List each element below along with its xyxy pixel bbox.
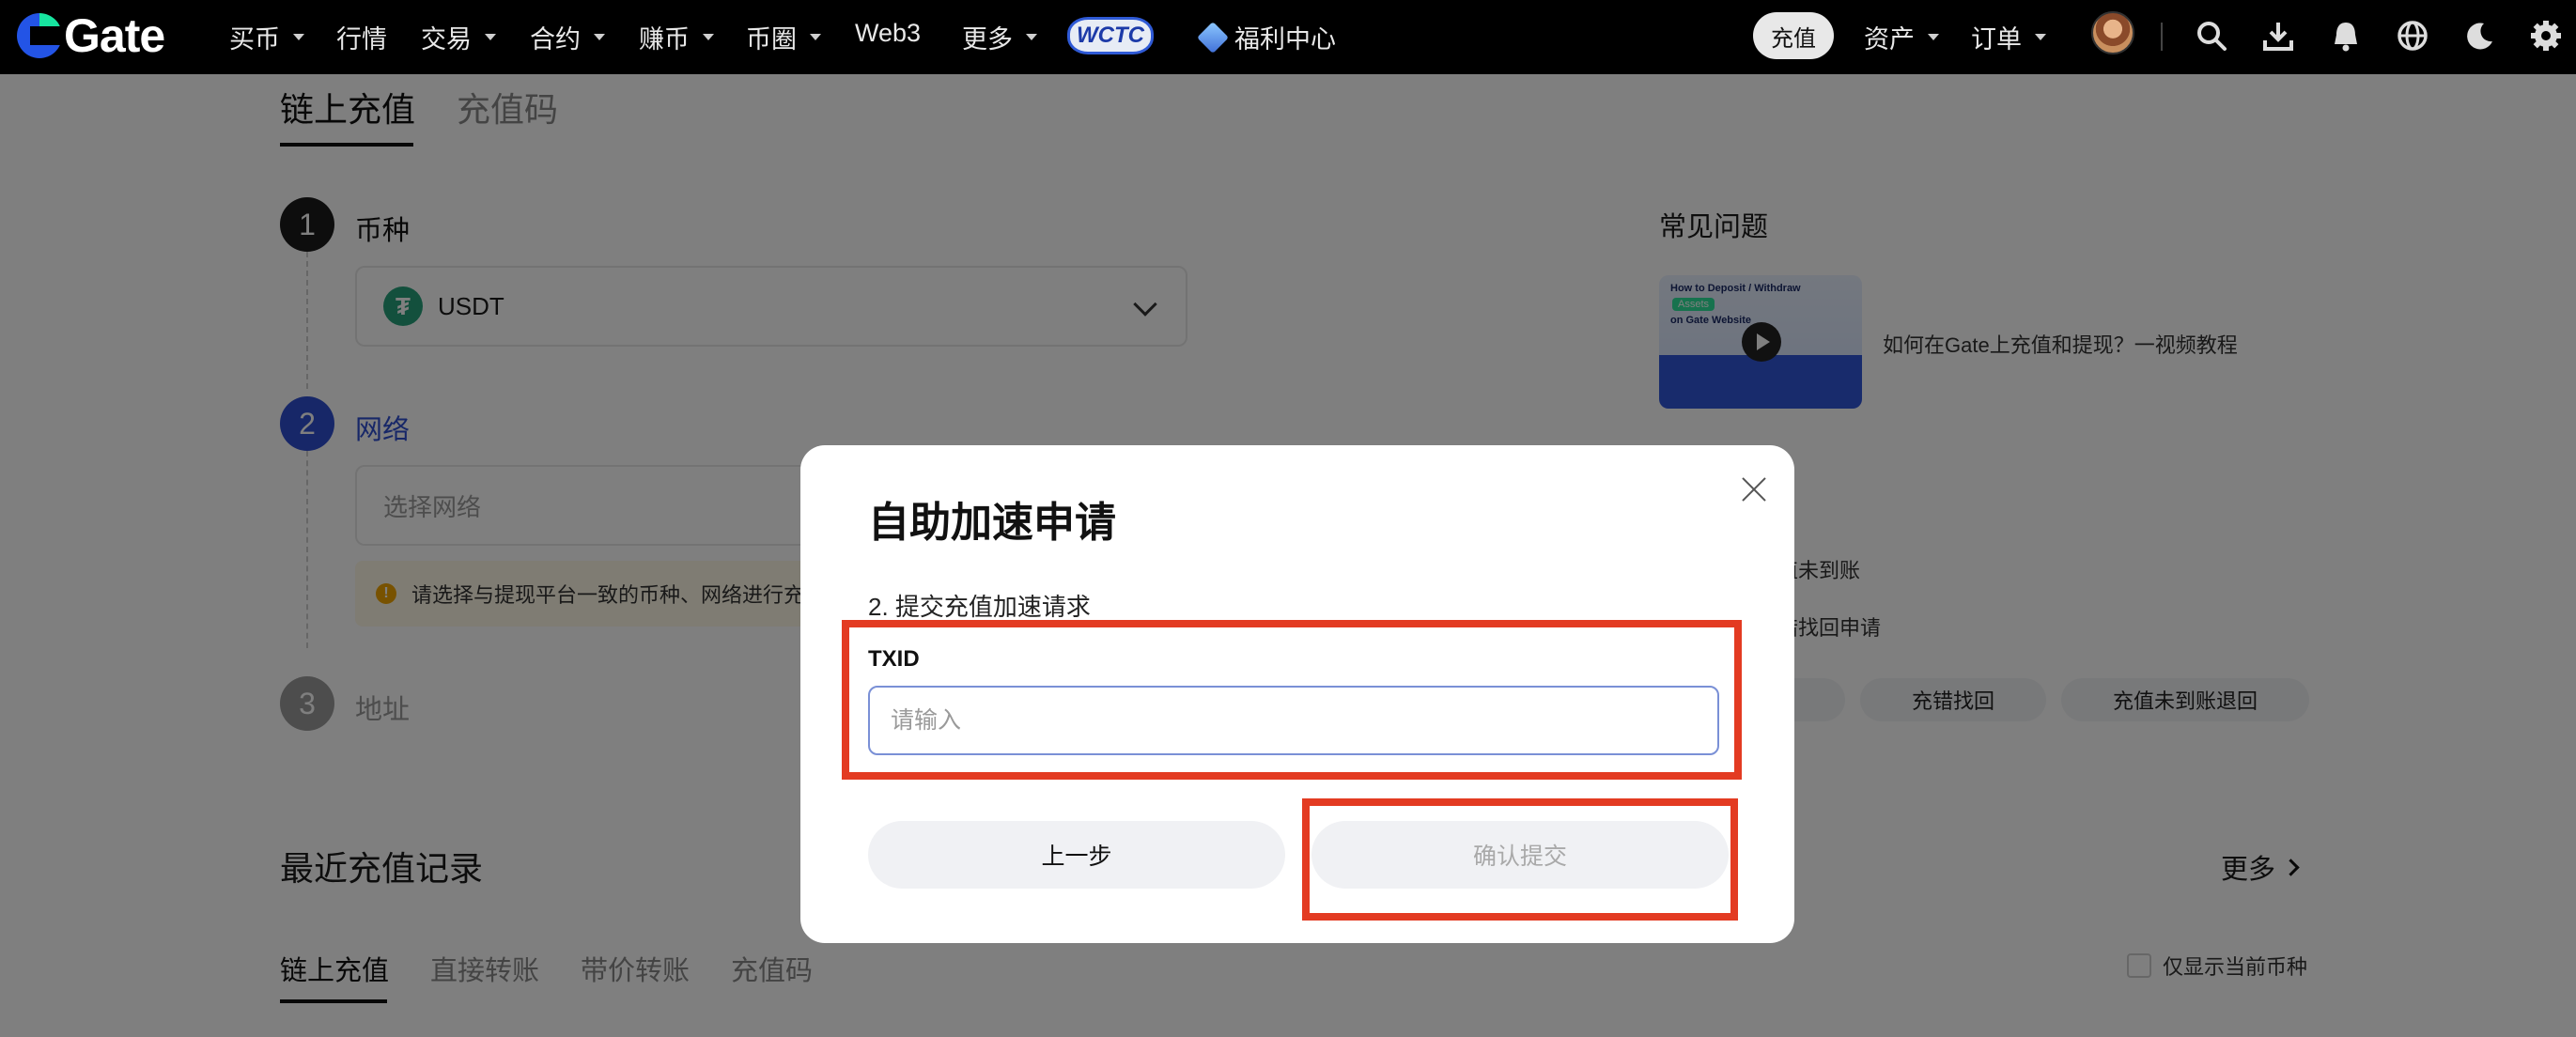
nav-label: 福利中心 xyxy=(1234,25,1336,54)
brand-name: Gate xyxy=(64,9,165,62)
download-icon[interactable] xyxy=(2259,17,2297,54)
nav-label: 赚币 xyxy=(639,25,690,54)
search-icon[interactable] xyxy=(2193,17,2230,54)
nav-label: 交易 xyxy=(421,25,472,54)
nav-label: 订单 xyxy=(1971,25,2022,54)
nav-item-orders[interactable]: 订单 xyxy=(1971,19,2046,55)
txid-input[interactable] xyxy=(868,686,1719,755)
nav-item-square[interactable]: 币圈 xyxy=(746,19,821,55)
user-avatar[interactable] xyxy=(2091,11,2134,54)
nav-item-futures[interactable]: 合约 xyxy=(530,19,605,55)
gate-logo[interactable]: Gate xyxy=(17,9,165,62)
caret-down-icon xyxy=(594,34,605,40)
deposit-button[interactable]: 充值 xyxy=(1753,12,1834,59)
cube-icon xyxy=(1197,21,1229,54)
nav-label: 合约 xyxy=(530,25,581,54)
txid-label: TXID xyxy=(868,646,920,672)
nav-label: 更多 xyxy=(962,25,1013,54)
caret-down-icon xyxy=(1026,34,1037,40)
nav-label: 资产 xyxy=(1864,25,1915,54)
nav-divider xyxy=(2161,23,2163,51)
nav-item-trade[interactable]: 交易 xyxy=(421,19,496,55)
wctc-badge[interactable]: WCTC xyxy=(1067,17,1154,54)
nav-item-markets[interactable]: 行情 xyxy=(336,19,387,55)
dialog-step-text: 2. 提交充值加速请求 xyxy=(868,593,1091,621)
caret-down-icon xyxy=(703,34,714,40)
nav-label: 行情 xyxy=(336,25,387,54)
top-navigation-bar: Gate 买币 行情 交易 合约 赚币 币圈 Web3 更多 WCTC 福利中心… xyxy=(0,0,2576,74)
nav-item-more[interactable]: 更多 xyxy=(962,19,1037,55)
nav-item-web3[interactable]: Web3 xyxy=(855,19,921,48)
previous-step-button[interactable]: 上一步 xyxy=(868,821,1285,889)
gate-logo-icon xyxy=(17,13,62,58)
settings-gear-icon[interactable] xyxy=(2527,17,2565,54)
nav-item-buy-crypto[interactable]: 买币 xyxy=(229,19,304,55)
caret-down-icon xyxy=(485,34,496,40)
bell-icon[interactable] xyxy=(2327,17,2365,54)
caret-down-icon xyxy=(2035,34,2046,40)
nav-label: 买币 xyxy=(229,25,280,54)
dark-mode-moon-icon[interactable] xyxy=(2461,17,2499,54)
nav-item-earn[interactable]: 赚币 xyxy=(639,19,714,55)
dialog-title: 自助加速申请 xyxy=(868,500,1116,546)
globe-icon[interactable] xyxy=(2394,17,2431,54)
nav-item-welfare-center[interactable]: 福利中心 xyxy=(1197,19,1336,55)
caret-down-icon xyxy=(810,34,821,40)
nav-label: Web3 xyxy=(855,19,922,47)
caret-down-icon xyxy=(293,34,304,40)
speedup-request-dialog: 自助加速申请 2. 提交充值加速请求 TXID 上一步 确认提交 xyxy=(800,445,1794,943)
nav-label: 币圈 xyxy=(746,25,797,54)
confirm-submit-button[interactable]: 确认提交 xyxy=(1311,821,1729,889)
nav-item-assets[interactable]: 资产 xyxy=(1864,19,1939,55)
close-icon[interactable] xyxy=(1738,473,1770,505)
caret-down-icon xyxy=(1928,34,1939,40)
